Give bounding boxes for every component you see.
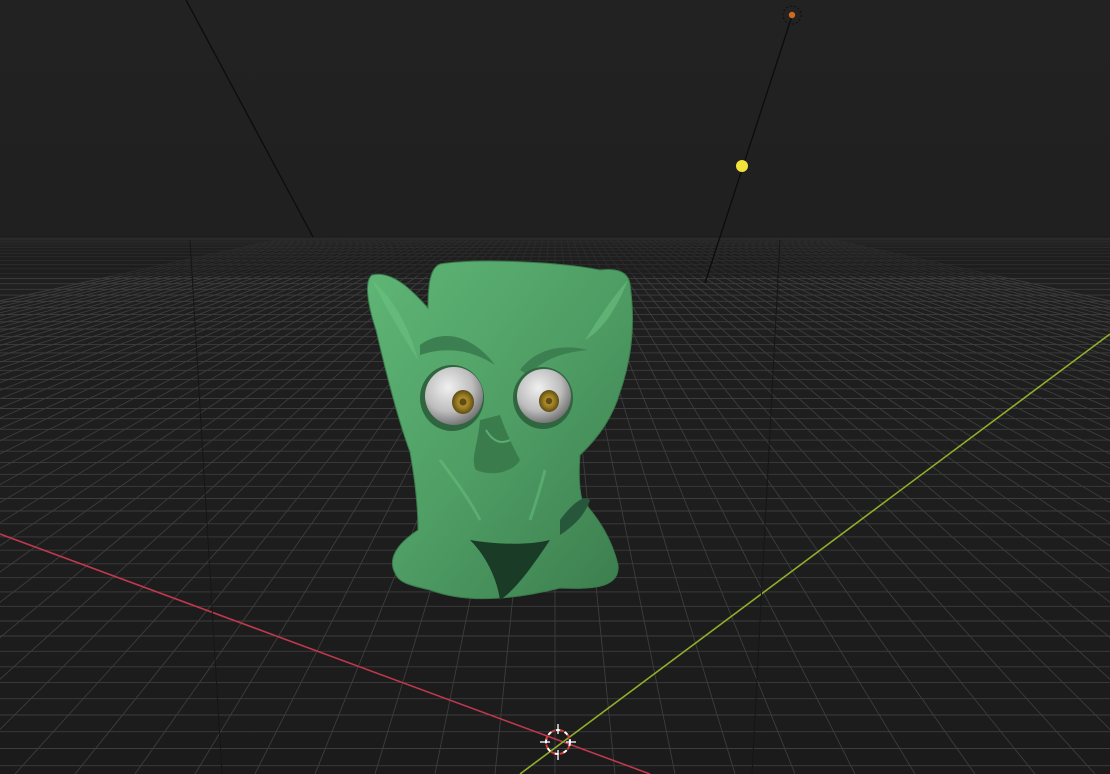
point-light-icon[interactable] (736, 160, 748, 172)
left-eye-pupil (459, 398, 467, 406)
right-eye[interactable] (513, 367, 573, 429)
3d-viewport[interactable] (0, 0, 1110, 774)
left-eye[interactable] (420, 365, 484, 431)
right-eye-pupil (545, 397, 553, 405)
viewport-canvas[interactable] (0, 0, 1110, 774)
sculpted-head[interactable] (367, 260, 633, 600)
